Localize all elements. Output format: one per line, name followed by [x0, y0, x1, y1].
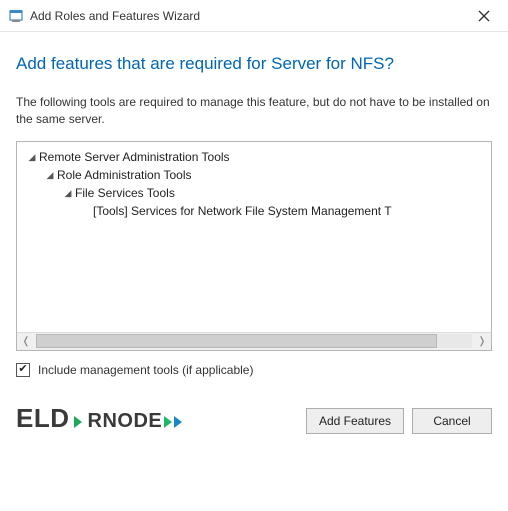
dialog-description: The following tools are required to mana… — [16, 94, 492, 129]
feature-tree: ◢ Remote Server Administration Tools ◢ R… — [16, 141, 492, 351]
tree-label: Remote Server Administration Tools — [39, 148, 230, 166]
server-manager-icon — [8, 8, 24, 24]
include-tools-checkbox[interactable]: ✔ — [16, 363, 30, 377]
add-features-button[interactable]: Add Features — [306, 408, 404, 434]
titlebar: Add Roles and Features Wizard — [0, 0, 508, 32]
tree-label: File Services Tools — [75, 184, 175, 202]
include-tools-label[interactable]: Include management tools (if applicable) — [38, 363, 253, 377]
include-tools-row: ✔ Include management tools (if applicabl… — [16, 363, 492, 377]
dialog-footer: ELD R NODE Add Features Cancel — [0, 403, 508, 434]
scroll-track[interactable] — [36, 334, 472, 348]
tree-node-file-services[interactable]: ◢ File Services Tools — [23, 184, 487, 202]
window-title: Add Roles and Features Wizard — [30, 9, 464, 23]
logo-glyph-right-icon — [164, 410, 184, 433]
tree-label: [Tools] Services for Network File System… — [93, 202, 392, 220]
tree-label: Role Administration Tools — [57, 166, 192, 184]
checkmark-icon: ✔ — [18, 364, 27, 375]
tree-list: ◢ Remote Server Administration Tools ◢ R… — [23, 148, 487, 332]
dialog-heading: Add features that are required for Serve… — [16, 54, 492, 74]
dialog-content: Add features that are required for Serve… — [0, 32, 508, 403]
tree-node-nfs-tools[interactable]: [Tools] Services for Network File System… — [23, 202, 487, 220]
scroll-right-arrow-icon[interactable]: ❭ — [473, 332, 491, 350]
eldernode-logo: ELD R NODE — [16, 403, 186, 434]
close-button[interactable] — [464, 2, 504, 30]
scroll-left-arrow-icon[interactable]: ❬ — [17, 332, 35, 350]
horizontal-scrollbar[interactable]: ❬ ❭ — [17, 332, 491, 350]
scroll-thumb[interactable] — [36, 334, 437, 348]
logo-text-post: NODE — [102, 410, 162, 433]
close-icon — [478, 10, 490, 22]
logo-text-pre: ELD — [16, 403, 70, 434]
cancel-button[interactable]: Cancel — [412, 408, 492, 434]
tree-node-role-admin[interactable]: ◢ Role Administration Tools — [23, 166, 487, 184]
collapse-icon: ◢ — [63, 184, 73, 202]
tree-node-rsat[interactable]: ◢ Remote Server Administration Tools — [23, 148, 487, 166]
collapse-icon: ◢ — [27, 148, 37, 166]
logo-glyph-left-icon — [72, 410, 86, 433]
collapse-icon: ◢ — [45, 166, 55, 184]
logo-text-mid: R — [88, 410, 103, 433]
dialog-buttons: Add Features Cancel — [306, 408, 492, 434]
